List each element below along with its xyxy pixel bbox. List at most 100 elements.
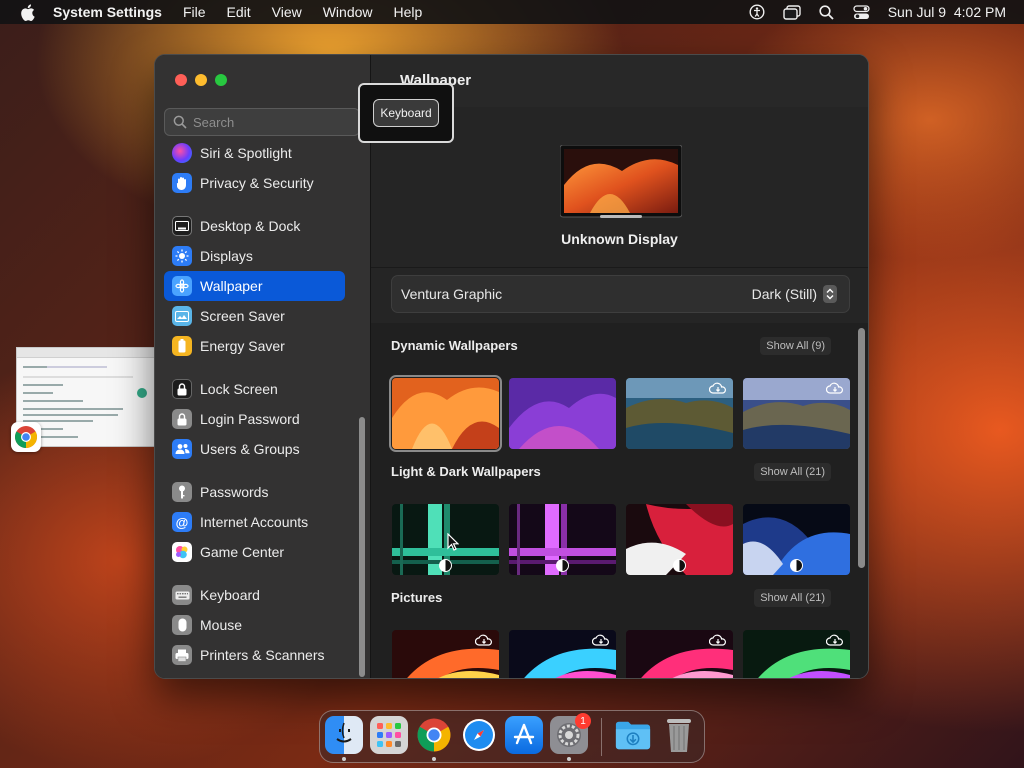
- padlock-icon: [172, 409, 192, 429]
- menu-help[interactable]: Help: [394, 4, 423, 20]
- apple-menu-icon[interactable]: [18, 3, 36, 21]
- sidebar-item-energy-saver[interactable]: Energy Saver: [164, 331, 345, 361]
- sidebar-item-keyboard[interactable]: Keyboard: [164, 580, 345, 610]
- wallpaper-thumb-macbook-pro-purple[interactable]: [509, 504, 616, 575]
- wallpaper-gallery: Dynamic Wallpapers Show All (9) Light & …: [371, 323, 868, 678]
- at-icon: @: [172, 512, 192, 532]
- main-content: Wallpaper Unknown Display Ventura Graphi…: [371, 55, 868, 678]
- settings-notification-badge: 1: [575, 713, 591, 729]
- sidebar-item-internet-accounts[interactable]: @ Internet Accounts: [164, 507, 345, 537]
- dock-divider: [601, 718, 602, 756]
- dock-icon: [172, 216, 192, 236]
- brightness-icon: [172, 246, 192, 266]
- menu-app-name[interactable]: System Settings: [53, 4, 162, 20]
- wallpaper-thumb-ventura[interactable]: [389, 375, 502, 452]
- finder-icon[interactable]: [325, 716, 363, 754]
- chevron-updown-icon: [823, 285, 837, 303]
- sidebar-item-printers-scanners[interactable]: Printers & Scanners: [164, 640, 345, 670]
- mouse-cursor-icon: [447, 533, 459, 551]
- sidebar-item-privacy-security[interactable]: Privacy & Security: [164, 168, 345, 198]
- mouse-icon: [172, 615, 192, 635]
- trash-icon[interactable]: [660, 716, 698, 754]
- sidebar-item-label: Login Password: [200, 411, 300, 427]
- show-all-light-dark-button[interactable]: Show All (21): [754, 463, 831, 481]
- appearance-popup[interactable]: Dark (Still): [752, 285, 837, 303]
- settings-running-indicator: [567, 757, 571, 761]
- control-center-icon[interactable]: [853, 4, 871, 20]
- printer-icon: [172, 645, 192, 665]
- safari-icon[interactable]: [460, 716, 498, 754]
- app-store-icon[interactable]: [505, 716, 543, 754]
- downloads-folder-icon[interactable]: [614, 716, 652, 754]
- sidebar: Siri & Spotlight Privacy & Security Desk…: [155, 55, 371, 678]
- sidebar-scrollbar[interactable]: [359, 417, 365, 677]
- sidebar-item-label: Lock Screen: [200, 381, 278, 397]
- search-input[interactable]: [193, 114, 353, 130]
- sidebar-item-game-center[interactable]: Game Center: [164, 537, 345, 567]
- sidebar-item-label: Passwords: [200, 484, 269, 500]
- show-all-pictures-button[interactable]: Show All (21): [754, 589, 831, 607]
- sidebar-item-displays[interactable]: Displays: [164, 241, 345, 271]
- minimize-window-button[interactable]: [195, 74, 207, 86]
- menu-window[interactable]: Window: [323, 4, 373, 20]
- menu-clock[interactable]: Sun Jul 9 4:02 PM: [888, 4, 1006, 20]
- sidebar-item-label: Users & Groups: [200, 441, 300, 457]
- sidebar-item-passwords[interactable]: Passwords: [164, 477, 345, 507]
- download-cloud-icon: [826, 382, 843, 394]
- siri-icon: [172, 143, 192, 163]
- sidebar-item-label: Privacy & Security: [200, 175, 314, 191]
- sidebar-search[interactable]: [164, 108, 360, 136]
- stage-manager-icon[interactable]: [783, 4, 801, 20]
- accessibility-icon[interactable]: [748, 4, 766, 20]
- menu-view[interactable]: View: [272, 4, 302, 20]
- spotlight-search-icon[interactable]: [818, 4, 836, 20]
- sidebar-item-desktop-dock[interactable]: Desktop & Dock: [164, 211, 345, 241]
- wallpaper-thumb-catalina-day[interactable]: [626, 378, 733, 449]
- finder-running-indicator: [342, 757, 346, 761]
- content-scrollbar[interactable]: [858, 328, 865, 568]
- sidebar-item-label: Wallpaper: [200, 278, 263, 294]
- sidebar-item-wallpaper[interactable]: Wallpaper: [164, 271, 345, 301]
- light-dark-badge-icon: [673, 559, 686, 572]
- display-name: Unknown Display: [561, 231, 678, 247]
- chrome-running-indicator: [432, 757, 436, 761]
- sidebar-item-users-groups[interactable]: Users & Groups: [164, 434, 345, 464]
- sidebar-item-label: Desktop & Dock: [200, 218, 301, 234]
- wallpaper-thumb-picture-1[interactable]: [392, 630, 499, 678]
- wallpaper-thumb-picture-4[interactable]: [743, 630, 850, 678]
- wallpaper-thumb-big-sur-blue[interactable]: [743, 504, 850, 575]
- close-window-button[interactable]: [175, 74, 187, 86]
- menu-edit[interactable]: Edit: [227, 4, 251, 20]
- download-cloud-icon: [709, 634, 726, 646]
- section-title-light-dark: Light & Dark Wallpapers: [391, 464, 541, 479]
- launchpad-icon[interactable]: [370, 716, 408, 754]
- sidebar-item-siri-spotlight[interactable]: Siri & Spotlight: [164, 138, 345, 168]
- keyboard-tooltip-button[interactable]: Keyboard: [373, 99, 439, 127]
- sidebar-item-mouse[interactable]: Mouse: [164, 610, 345, 640]
- users-icon: [172, 439, 192, 459]
- current-wallpaper-row: Ventura Graphic Dark (Still): [391, 275, 850, 313]
- wallpaper-thumb-monterey[interactable]: [509, 378, 616, 449]
- zoom-window-button[interactable]: [215, 74, 227, 86]
- wallpaper-thumb-big-sur-red[interactable]: [626, 504, 733, 575]
- light-dark-badge-icon: [439, 559, 452, 572]
- wallpaper-thumb-picture-2[interactable]: [509, 630, 616, 678]
- show-all-dynamic-button[interactable]: Show All (9): [760, 337, 831, 355]
- sidebar-item-label: Mouse: [200, 617, 243, 633]
- sidebar-item-label: Siri & Spotlight: [200, 145, 292, 161]
- menu-file[interactable]: File: [183, 4, 206, 20]
- sidebar-item-lock-screen[interactable]: Lock Screen: [164, 374, 345, 404]
- wallpaper-thumb-picture-3[interactable]: [626, 630, 733, 678]
- key-icon: [172, 482, 192, 502]
- download-cloud-icon: [709, 382, 726, 394]
- wallpaper-thumb-macbook-pro-green[interactable]: [392, 504, 499, 575]
- sidebar-item-label: Game Center: [200, 544, 285, 560]
- light-dark-badge-icon: [790, 559, 803, 572]
- sidebar-item-label: Printers & Scanners: [200, 647, 325, 663]
- wallpaper-thumb-catalina-evening[interactable]: [743, 378, 850, 449]
- sidebar-item-login-password[interactable]: Login Password: [164, 404, 345, 434]
- chrome-icon[interactable]: [415, 716, 453, 754]
- download-cloud-icon: [592, 634, 609, 646]
- sidebar-item-screen-saver[interactable]: Screen Saver: [164, 301, 345, 331]
- search-icon: [173, 115, 187, 129]
